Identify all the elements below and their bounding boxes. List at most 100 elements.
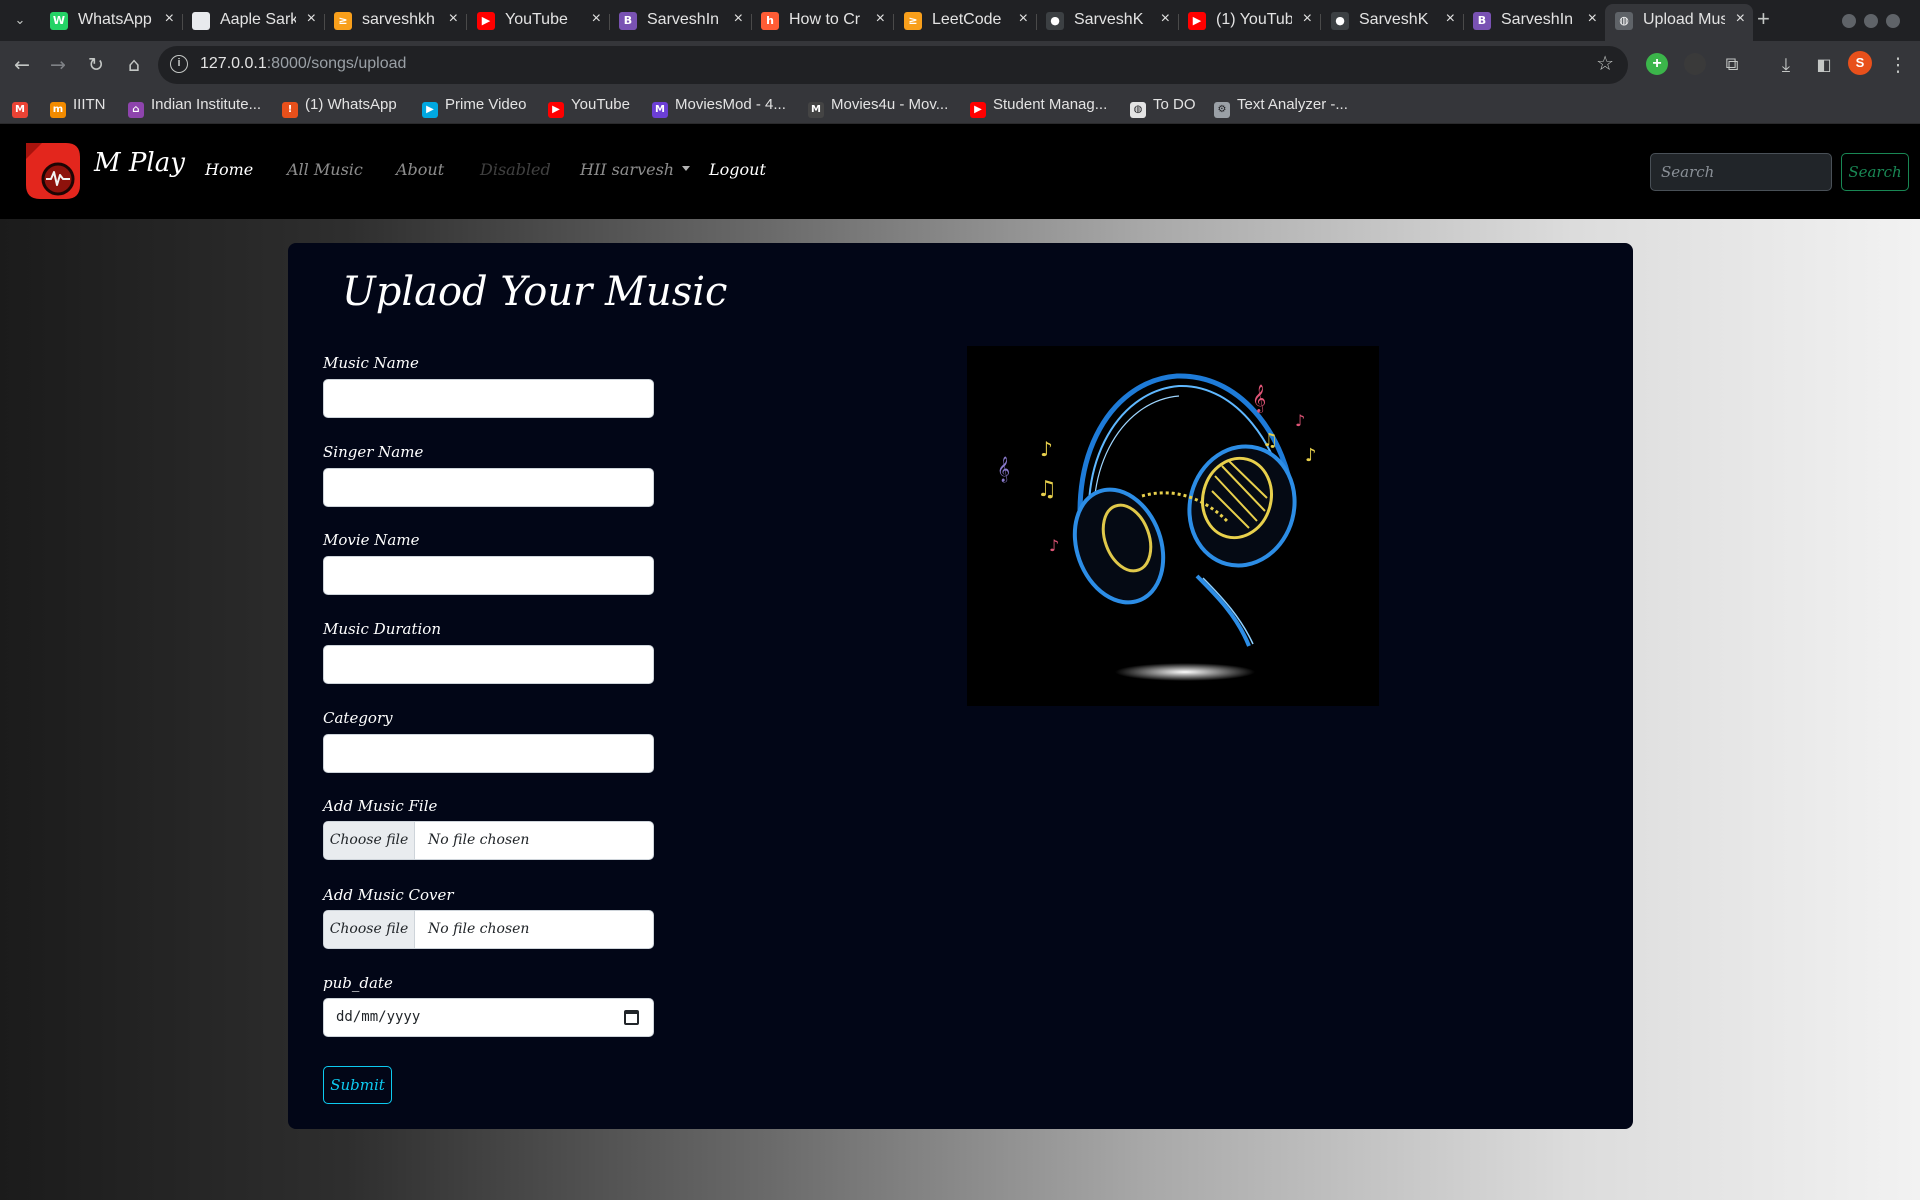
nav-home[interactable]: Home <box>205 160 253 179</box>
bootstrap-icon: B <box>619 12 637 30</box>
page-viewport: M Play Home All Music About Disabled HII… <box>0 124 1920 1200</box>
globe-icon: ◍ <box>1130 102 1146 118</box>
brand-name[interactable]: M Play <box>94 148 185 178</box>
github-icon: ● <box>1046 12 1064 30</box>
browser-tab[interactable]: ▶ YouTube × <box>467 6 610 35</box>
tab-close-icon[interactable]: × <box>1303 10 1312 28</box>
whatsapp-icon: ! <box>282 102 298 118</box>
bookmark-label: IIITN <box>73 96 106 113</box>
category-label: Category <box>323 709 393 727</box>
gmail-icon: M <box>12 102 28 118</box>
bookmarks-bar: Mm IIITN ⌂ Indian Institute... ! (1) WhatsApp… <box>0 89 1920 124</box>
browser-tab[interactable]: ≥ sarveshkh × <box>324 6 467 35</box>
browser-tab[interactable]: ● SarveshK × <box>1321 6 1464 35</box>
bookmark-item[interactable]: M <box>12 96 35 118</box>
globe-icon: ◍ <box>1615 12 1633 30</box>
side-panel-icon[interactable]: ◧ <box>1810 51 1838 79</box>
music-duration-input[interactable] <box>323 645 654 684</box>
tab-close-icon[interactable]: × <box>1161 10 1170 28</box>
bookmark-item[interactable]: ! (1) WhatsApp <box>282 96 397 118</box>
music-cover-choose-button[interactable]: Choose file <box>324 911 415 948</box>
extension-plus-icon[interactable]: + <box>1646 53 1668 75</box>
bookmark-label: MoviesMod - 4... <box>675 96 786 113</box>
tab-close-icon[interactable]: × <box>1736 10 1745 28</box>
tab-title: SarveshK <box>1359 11 1429 28</box>
site-info-icon[interactable]: i <box>170 55 188 73</box>
browser-tab[interactable]: ≥ LeetCode × <box>894 6 1037 35</box>
submit-button[interactable]: Submit <box>323 1066 392 1104</box>
music-name-input[interactable] <box>323 379 654 418</box>
browser-tab[interactable]: W WhatsApp × <box>40 6 183 35</box>
gear-icon: ⚙ <box>1214 102 1230 118</box>
caret-down-icon <box>682 166 691 171</box>
browser-tab[interactable]: Aaple Sarkar × <box>182 6 325 35</box>
bookmark-item[interactable]: ▶ Prime Video <box>422 96 526 118</box>
tab-close-icon[interactable]: × <box>734 10 743 28</box>
bookmark-item[interactable]: ▶ Student Manag... <box>970 96 1107 118</box>
tab-close-icon[interactable]: × <box>1588 10 1597 28</box>
window-minimize-button[interactable] <box>1842 14 1856 28</box>
browser-tab[interactable]: B SarveshIn × <box>1463 6 1605 35</box>
browser-tab[interactable]: h How to Cr × <box>751 6 894 35</box>
extensions-puzzle-icon[interactable]: ⧉ <box>1718 51 1746 79</box>
extension-dark-icon[interactable] <box>1684 53 1706 75</box>
nav-all-music[interactable]: All Music <box>287 160 363 179</box>
menu-kebab-icon[interactable]: ⋮ <box>1884 51 1912 79</box>
youtube-icon: ▶ <box>970 102 986 118</box>
tab-title: WhatsApp <box>78 11 152 28</box>
tab-search-chevron-icon[interactable]: ⌄ <box>8 8 32 32</box>
bookmark-item[interactable]: M MoviesMod - 4... <box>652 96 786 118</box>
bookmark-item[interactable]: m IIITN <box>50 96 106 118</box>
browser-tab[interactable]: ● SarveshK × <box>1036 6 1179 35</box>
tab-close-icon[interactable]: × <box>165 10 174 28</box>
bookmark-star-icon[interactable]: ☆ <box>1596 51 1614 75</box>
nav-about[interactable]: About <box>396 160 444 179</box>
singer-name-input[interactable] <box>323 468 654 507</box>
bookmark-item[interactable]: ⌂ Indian Institute... <box>128 96 261 118</box>
youtube-icon: ▶ <box>1188 12 1206 30</box>
download-icon[interactable]: ⤓ <box>1772 51 1800 79</box>
bookmark-item[interactable]: ◍ To DO <box>1130 96 1196 118</box>
window-maximize-button[interactable] <box>1864 14 1878 28</box>
music-file-input[interactable]: Choose file No file chosen <box>323 821 654 860</box>
browser-tab[interactable]: B SarveshIn × <box>609 6 752 35</box>
music-file-choose-button[interactable]: Choose file <box>324 822 415 859</box>
calendar-icon[interactable] <box>624 1010 639 1025</box>
tab-close-icon[interactable]: × <box>876 10 885 28</box>
pub-date-label: pub_date <box>323 974 393 992</box>
category-input[interactable] <box>323 734 654 773</box>
tab-close-icon[interactable]: × <box>449 10 458 28</box>
browser-tab[interactable]: ◍ Upload Music × <box>1605 4 1753 41</box>
tab-close-icon[interactable]: × <box>1019 10 1028 28</box>
address-url[interactable]: 127.0.0.1:8000/songs/upload <box>200 55 406 73</box>
doc-icon <box>192 12 210 30</box>
tab-close-icon[interactable]: × <box>307 10 316 28</box>
music-cover-input[interactable]: Choose file No file chosen <box>323 910 654 949</box>
browser-tab[interactable]: ▶ (1) YouTube × <box>1178 6 1321 35</box>
back-arrow-icon[interactable]: ← <box>8 51 36 79</box>
profile-avatar[interactable]: S <box>1848 51 1872 75</box>
movie-name-input[interactable] <box>323 556 654 595</box>
site-search-input[interactable] <box>1650 153 1832 191</box>
bookmark-item[interactable]: ▶ YouTube <box>548 96 630 118</box>
reload-icon[interactable]: ↻ <box>82 51 110 79</box>
pub-date-input[interactable]: dd/mm/yyyy <box>323 998 654 1037</box>
bootstrap-icon: B <box>1473 12 1491 30</box>
new-tab-plus-icon[interactable]: + <box>1757 6 1770 32</box>
bookmark-label: To DO <box>1153 96 1196 113</box>
prime-video-icon: ▶ <box>422 102 438 118</box>
nav-logout[interactable]: Logout <box>709 160 766 179</box>
home-icon[interactable]: ⌂ <box>120 51 148 79</box>
tab-close-icon[interactable]: × <box>1446 10 1455 28</box>
forward-arrow-icon[interactable]: → <box>44 51 72 79</box>
browser-toolbar: ← → ↻ ⌂ i 127.0.0.1:8000/songs/upload ☆ … <box>0 41 1920 89</box>
window-close-button[interactable] <box>1886 14 1900 28</box>
address-bar[interactable]: i 127.0.0.1:8000/songs/upload ☆ <box>158 46 1628 84</box>
bookmark-item[interactable]: ⚙ Text Analyzer -... <box>1214 96 1348 118</box>
mplay-logo-icon[interactable] <box>22 139 84 203</box>
moviesmod-icon: M <box>652 102 668 118</box>
bookmark-item[interactable]: M Movies4u - Mov... <box>808 96 948 118</box>
site-search-button[interactable]: Search <box>1841 153 1909 191</box>
nav-user-dropdown[interactable]: HII sarvesh <box>580 160 691 179</box>
tab-close-icon[interactable]: × <box>592 10 601 28</box>
